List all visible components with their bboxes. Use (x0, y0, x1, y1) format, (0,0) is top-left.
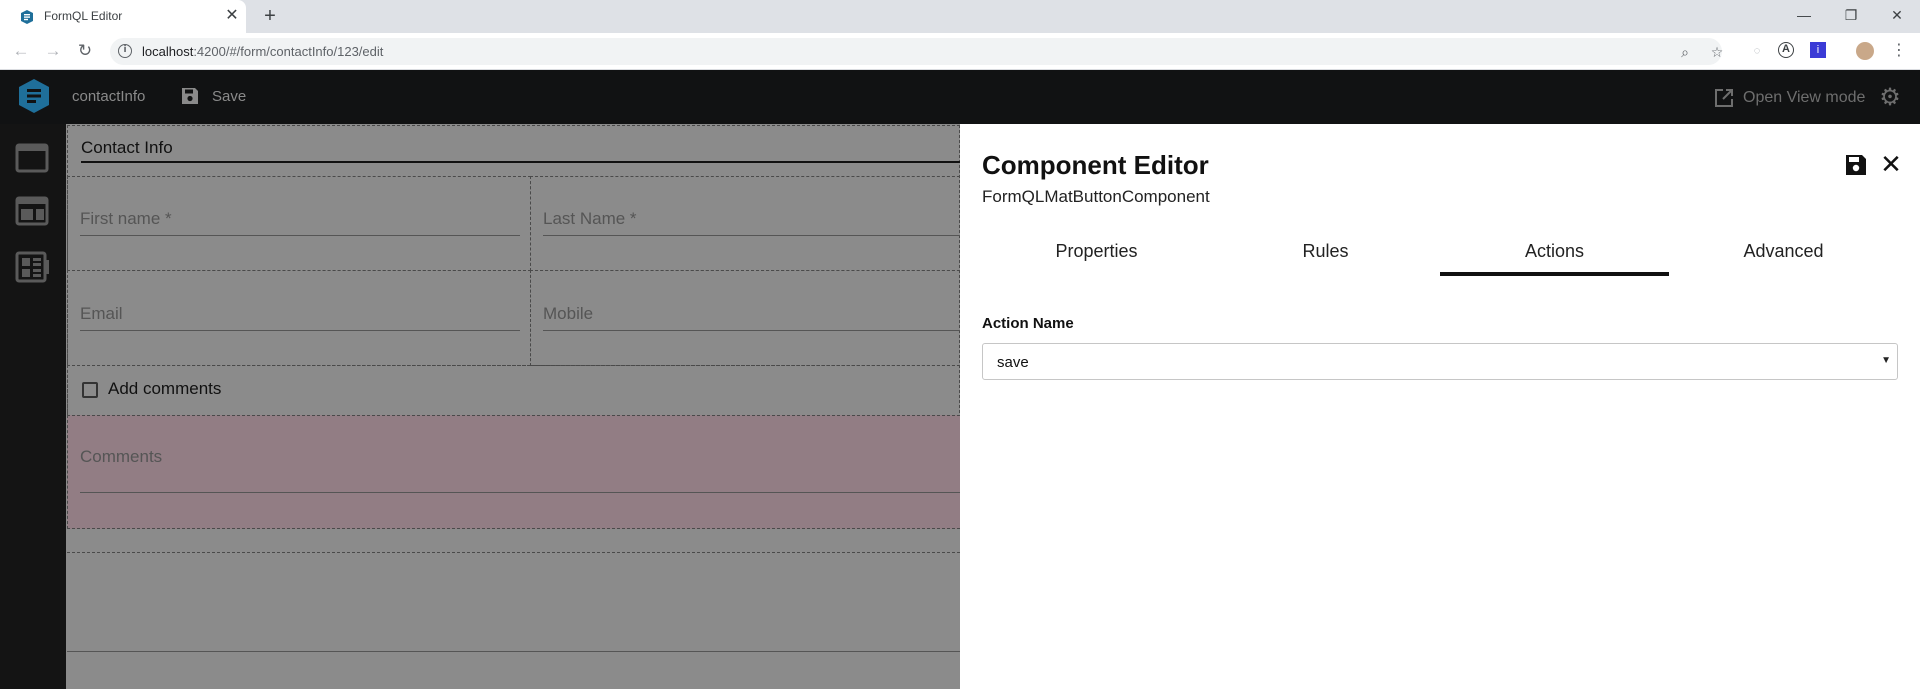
profile-avatar[interactable] (1856, 42, 1874, 60)
panel-title: Component Editor (982, 150, 1209, 180)
action-name-value: save (997, 354, 1029, 371)
tab-properties[interactable]: Properties (982, 228, 1211, 276)
form-canvas: Contact Info First name * Last Name * Em… (66, 124, 960, 689)
sidebar-item-layout-icon[interactable] (14, 194, 50, 228)
bookmark-star-icon[interactable]: ☆ (1708, 43, 1726, 61)
tab-advanced[interactable]: Advanced (1669, 228, 1898, 276)
add-comments-label: Add comments (108, 379, 222, 398)
add-comments-checkbox[interactable] (82, 382, 98, 398)
first-name-label: First name * (80, 209, 172, 228)
browser-toolbar: ← → ↻ i localhost:4200/#/form/contactInf… (0, 33, 1920, 70)
back-icon[interactable]: ← (9, 39, 33, 63)
last-name-underline (543, 235, 960, 236)
action-name-select[interactable]: save ▼ (982, 343, 1898, 380)
first-name-field[interactable]: First name * (67, 176, 531, 271)
url-text[interactable]: localhost:4200/#/form/contactInfo/123/ed… (142, 44, 383, 59)
floppy-disk-icon[interactable] (1845, 154, 1867, 176)
new-tab-button[interactable]: + (258, 4, 282, 28)
comments-underline (80, 492, 960, 493)
mobile-underline (543, 330, 960, 331)
close-icon[interactable]: ✕ (1879, 151, 1903, 177)
browser-menu-icon[interactable]: ⋮ (1890, 42, 1908, 60)
window-close-icon[interactable]: ✕ (1882, 4, 1912, 26)
app-header: contactInfo Save Open View mode ⚙ (0, 70, 1920, 124)
open-view-mode-label: Open View mode (1743, 89, 1866, 106)
sidebar-item-components-icon[interactable] (14, 250, 50, 284)
comments-field[interactable]: Comments (67, 415, 960, 529)
restore-icon[interactable]: ❐ (1836, 4, 1866, 26)
last-name-field[interactable]: Last Name * (530, 176, 960, 271)
email-field[interactable]: Email (67, 270, 531, 366)
formql-favicon-icon (21, 10, 33, 24)
site-info-icon[interactable]: i (118, 44, 132, 58)
mobile-field[interactable]: Mobile (530, 270, 960, 366)
open-in-new-icon (1715, 89, 1733, 107)
extension-icon-2[interactable]: A (1778, 42, 1794, 58)
mobile-label: Mobile (543, 304, 594, 323)
sidebar-item-section-icon[interactable] (14, 141, 50, 175)
first-name-underline (80, 235, 520, 236)
extension-icon-1[interactable]: ◌ (1748, 42, 1766, 60)
tab-close-icon[interactable]: ✕ (222, 6, 242, 26)
last-name-label: Last Name * (543, 209, 637, 228)
address-bar[interactable]: i localhost:4200/#/form/contactInfo/123/… (110, 38, 1723, 65)
browser-tab-title: FormQL Editor (44, 9, 123, 23)
editor-tabs: Properties Rules Actions Advanced (982, 228, 1898, 276)
component-editor-panel: Component Editor FormQLMatButtonComponen… (960, 124, 1920, 689)
email-label: Email (80, 304, 123, 323)
component-type: FormQLMatButtonComponent (982, 187, 1210, 206)
gear-icon[interactable]: ⚙ (1877, 85, 1903, 111)
zoom-icon[interactable]: ⌕ (1676, 43, 1694, 61)
formql-logo-icon[interactable] (18, 79, 50, 113)
action-button-section[interactable] (67, 552, 960, 652)
minimize-icon[interactable]: — (1789, 4, 1819, 26)
extension-icon-3[interactable]: i (1810, 42, 1826, 58)
comments-label: Comments (80, 447, 163, 466)
section-title: Contact Info (81, 138, 173, 157)
form-name: contactInfo (72, 88, 146, 105)
browser-tab[interactable]: FormQL Editor ✕ (0, 0, 246, 33)
open-view-mode-button[interactable]: Open View mode (1714, 86, 1865, 110)
email-underline (80, 330, 520, 331)
component-sidebar (0, 124, 66, 689)
reload-icon[interactable]: ↻ (73, 39, 97, 63)
browser-tabstrip: FormQL Editor ✕ + — ❐ ✕ (0, 0, 1920, 33)
save-button[interactable]: Save (180, 84, 246, 108)
chevron-down-icon: ▼ (1881, 355, 1891, 366)
tab-rules[interactable]: Rules (1211, 228, 1440, 276)
section-title-underline (81, 161, 960, 163)
tab-actions[interactable]: Actions (1440, 228, 1669, 276)
floppy-disk-icon (182, 88, 198, 104)
action-name-label: Action Name (982, 315, 1074, 332)
contact-info-section[interactable]: Contact Info First name * Last Name * Em… (67, 125, 960, 529)
add-comments-row[interactable]: Add comments (67, 365, 960, 416)
forward-icon[interactable]: → (41, 39, 65, 63)
save-label: Save (212, 87, 247, 105)
